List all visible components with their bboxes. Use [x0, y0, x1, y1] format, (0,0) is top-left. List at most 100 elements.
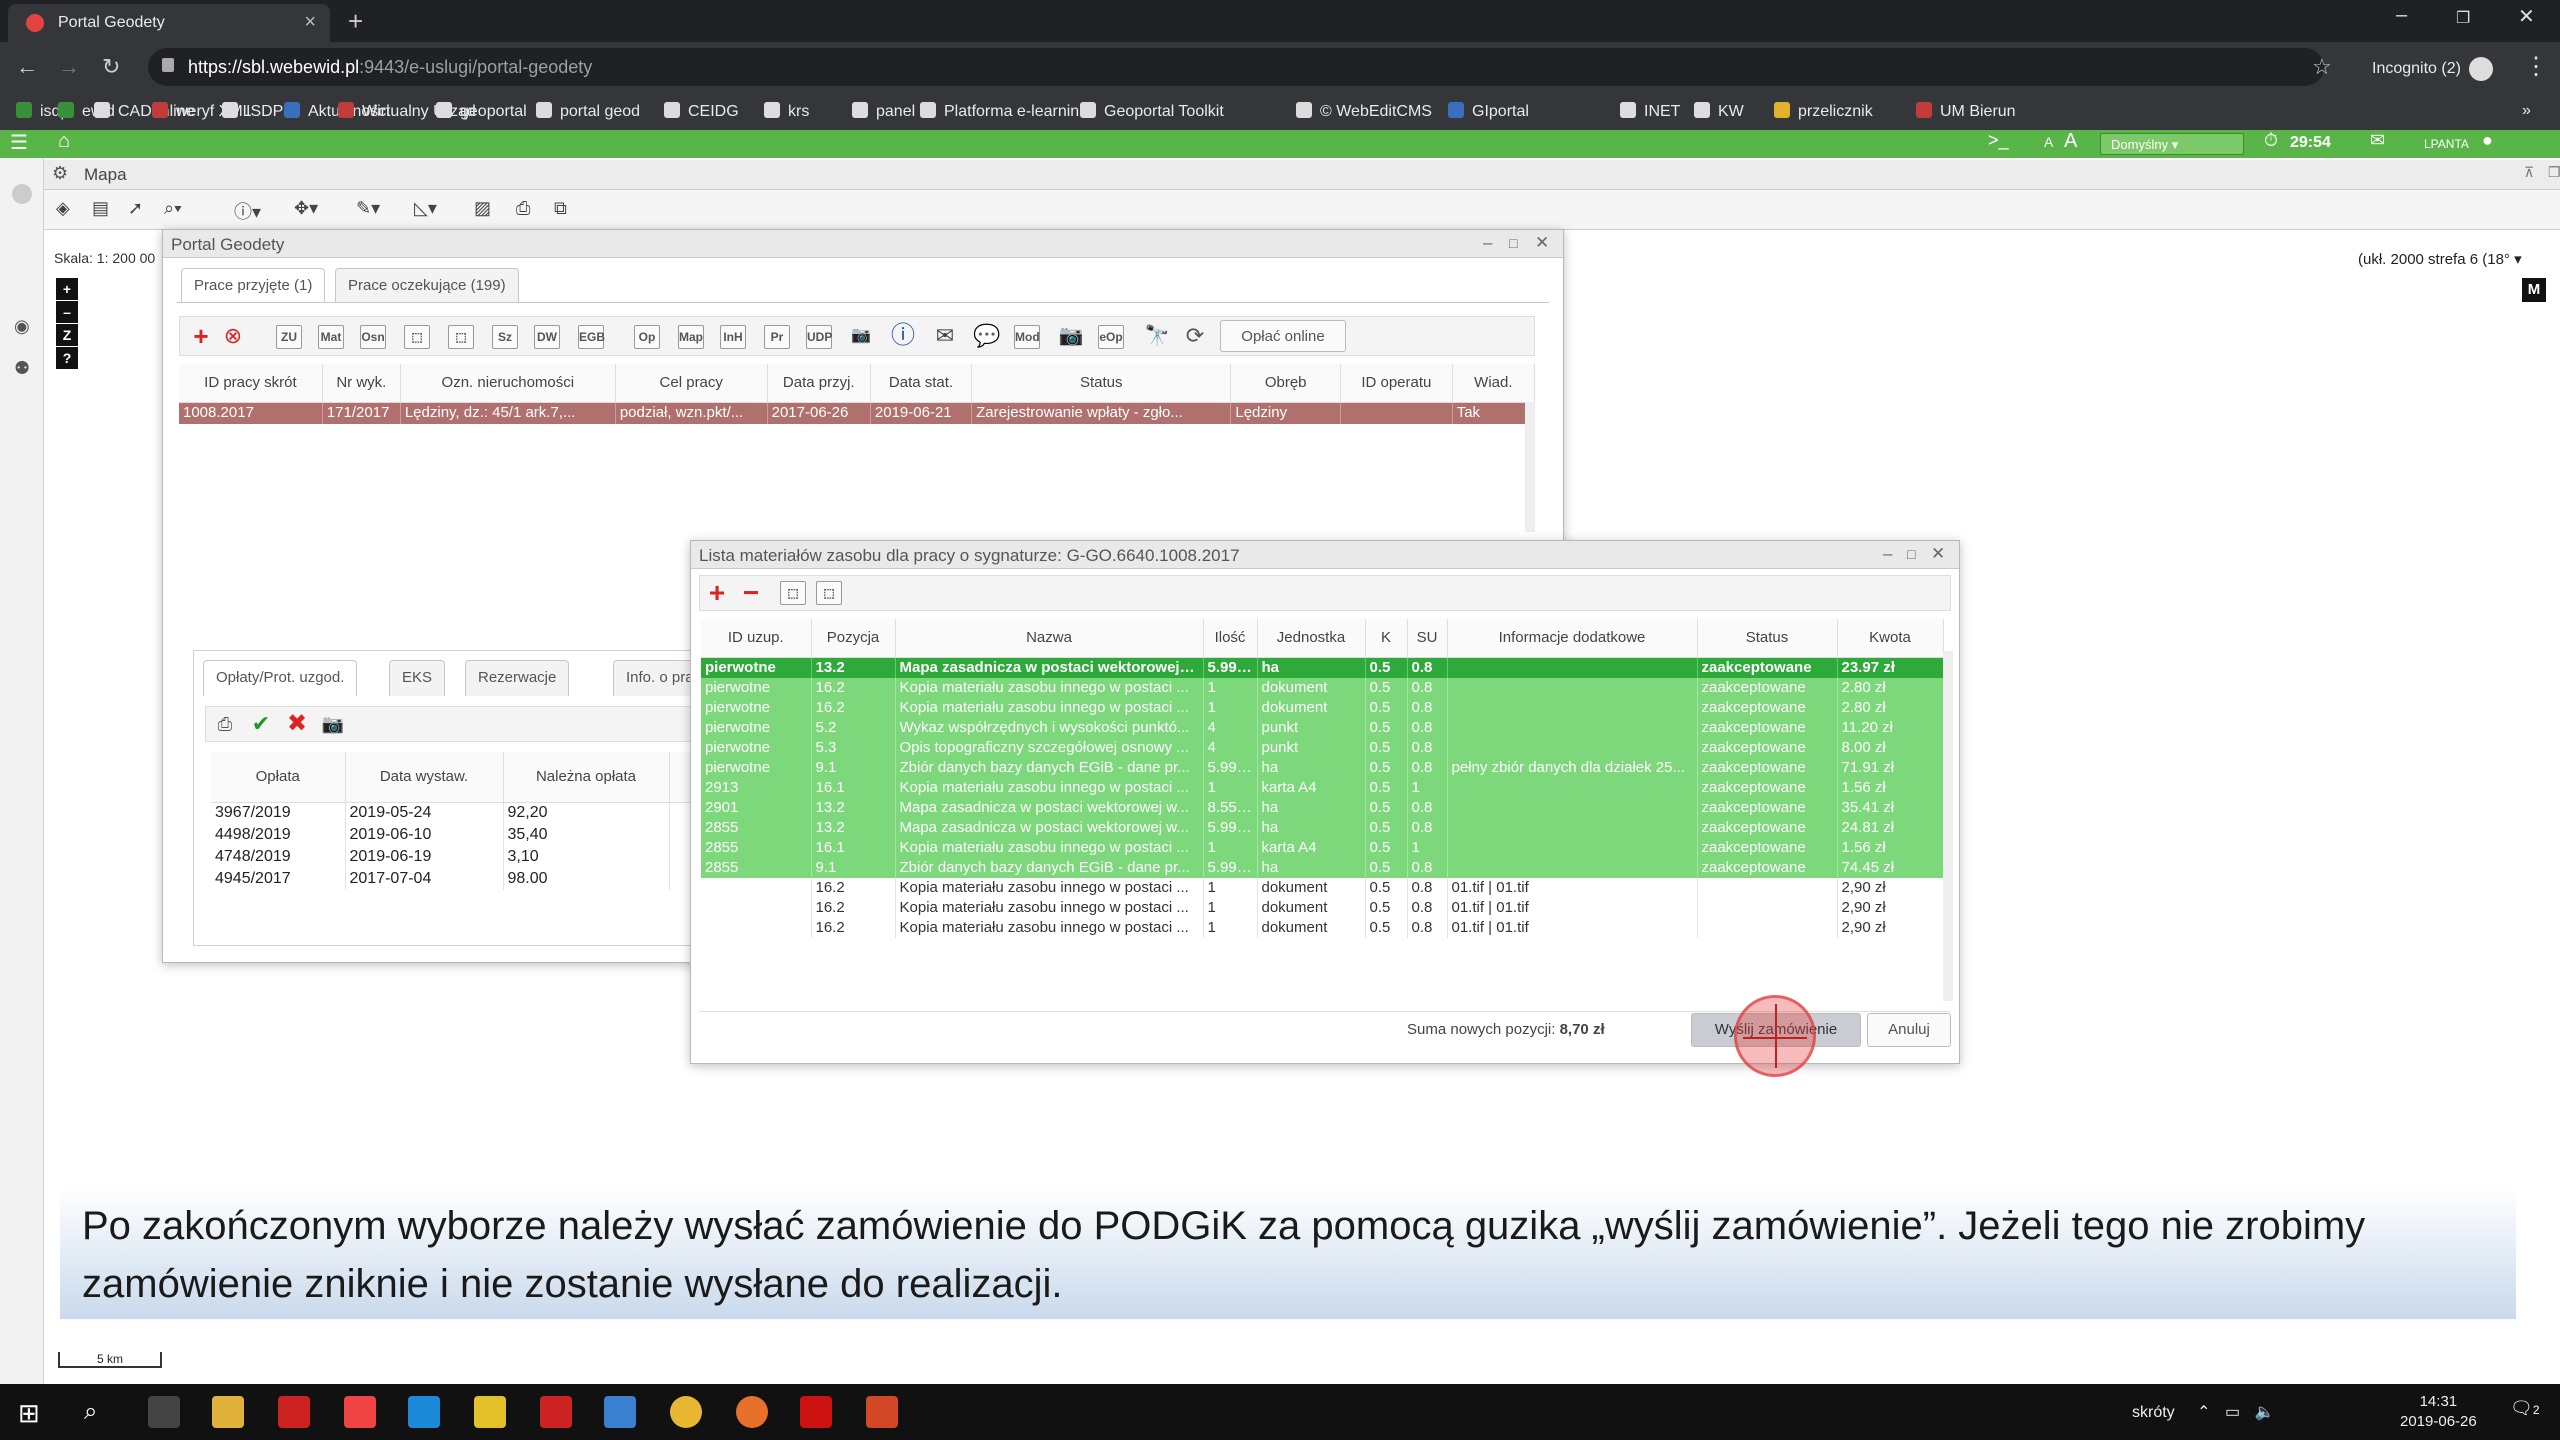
- materials-row[interactable]: 2855 16.1 Kopia materiału zasobu innego w …: [701, 837, 1944, 858]
- windows-start-icon[interactable]: ⊞: [18, 1398, 40, 1429]
- coordinate-system-select[interactable]: (ukł. 2000 strefa 6 (18° ▾: [2358, 250, 2522, 268]
- binoculars-icon[interactable]: 🔭: [1142, 321, 1172, 351]
- bookmark-item[interactable]: GIportal: [1448, 102, 1529, 121]
- font-larger-icon[interactable]: A: [2064, 130, 2077, 153]
- mail-icon[interactable]: ✉: [930, 321, 960, 351]
- info-tool-icon[interactable]: ⓘ▾: [234, 198, 261, 224]
- firefox-icon[interactable]: [736, 1396, 768, 1428]
- materials-row[interactable]: 2855 13.2 Mapa zasadnicza w postaci wektor…: [701, 817, 1944, 838]
- new-tab-icon[interactable]: +: [348, 6, 363, 37]
- materials-row[interactable]: pierwotne 5.2 Wykaz współrzędnych i wysoko…: [701, 717, 1944, 738]
- toolbar-sz-icon[interactable]: Sz: [492, 325, 518, 349]
- pay-online-button[interactable]: Opłać online: [1220, 320, 1346, 352]
- globe-icon[interactable]: ◉: [14, 316, 30, 337]
- portal-close-icon[interactable]: ✕: [1535, 233, 1549, 253]
- reload-icon[interactable]: ↻: [102, 54, 120, 80]
- materials-row[interactable]: 16.2 Kopia materiału zasobu innego w post…: [701, 897, 1944, 918]
- remove-icon[interactable]: −: [736, 578, 766, 608]
- map-panel-gear-icon[interactable]: ⚙: [52, 163, 68, 184]
- info-icon[interactable]: ⓘ: [888, 321, 918, 351]
- column-header[interactable]: Wiad.: [1452, 364, 1536, 403]
- bookmark-item[interactable]: portal geod: [536, 102, 640, 121]
- column-header[interactable]: Ozn. nieruchomości: [400, 364, 616, 403]
- map-button[interactable]: –: [56, 301, 78, 323]
- file-explorer-icon[interactable]: [212, 1396, 244, 1428]
- url-field[interactable]: https://sbl.webewid.pl:9443/e-uslugi/por…: [148, 48, 2324, 86]
- column-header[interactable]: Data stat.: [870, 364, 973, 403]
- materials-window-titlebar[interactable]: Lista materiałów zasobu dla pracy o sygn…: [691, 541, 1959, 569]
- fees-column-header[interactable]: Data wystaw.: [345, 752, 504, 803]
- bookmark-item[interactable]: Geoportal Toolkit: [1080, 102, 1224, 121]
- column-header[interactable]: Status: [971, 364, 1232, 403]
- materials-column-header[interactable]: SU: [1407, 619, 1448, 658]
- select-area-icon[interactable]: ⬚: [404, 325, 430, 349]
- network-icon[interactable]: ▭: [2225, 1404, 2240, 1421]
- portal-window-titlebar[interactable]: Portal Geodety – □ ✕: [163, 230, 1563, 258]
- notifications-icon[interactable]: 🗨2: [2510, 1398, 2540, 1419]
- browser-menu-icon[interactable]: ⋮: [2524, 52, 2548, 81]
- portal-maximize-icon[interactable]: □: [1509, 235, 1517, 251]
- map-button[interactable]: +: [56, 278, 78, 300]
- materials-row[interactable]: pierwotne 13.2 Mapa zasadnicza w postaci w…: [701, 657, 1944, 678]
- bookmark-item[interactable]: CEIDG: [664, 102, 739, 121]
- toolbar-mat-icon[interactable]: Mat: [318, 325, 344, 349]
- sub-tab[interactable]: EKS: [389, 660, 446, 696]
- materials-column-header[interactable]: Jednostka: [1257, 619, 1366, 658]
- materials-maximize-icon[interactable]: □: [1907, 546, 1915, 562]
- navigation-tool-icon[interactable]: ✥▾: [294, 198, 318, 219]
- layers-users-icon[interactable]: ⚉: [14, 358, 30, 379]
- chat-icon[interactable]: 💬: [972, 321, 1002, 351]
- chat-app-icon[interactable]: [604, 1396, 636, 1428]
- toolbar-zu-icon[interactable]: ZU: [276, 325, 302, 349]
- taskbar-clock[interactable]: 14:31 2019-06-26: [2400, 1392, 2477, 1432]
- toolbar-pr-icon[interactable]: Pr: [764, 325, 790, 349]
- list-icon[interactable]: ▤: [92, 198, 109, 219]
- select-edit-icon[interactable]: ⬚: [816, 581, 842, 605]
- volume-icon[interactable]: 🔈: [2255, 1404, 2275, 1421]
- toolbar-dw-icon[interactable]: DW: [534, 325, 560, 349]
- toolbar-egb-icon[interactable]: EGB: [578, 325, 605, 349]
- column-header[interactable]: Data przyj.: [767, 364, 871, 403]
- bookmark-item[interactable]: krs: [764, 102, 809, 121]
- toolbar-osn-icon[interactable]: Osn: [360, 325, 386, 349]
- map-button[interactable]: Z: [56, 324, 78, 346]
- column-header[interactable]: Nr wyk.: [322, 364, 401, 403]
- materials-column-header[interactable]: Kwota: [1837, 619, 1944, 658]
- toolbar-map-icon[interactable]: Map: [678, 325, 704, 349]
- column-header[interactable]: Cel pracy: [615, 364, 768, 403]
- bookmark-item[interactable]: © WebEditCMS: [1296, 102, 1432, 121]
- zoom-tool-icon[interactable]: ⌕▾: [164, 198, 182, 219]
- materials-minimize-icon[interactable]: –: [1883, 544, 1892, 564]
- materials-row[interactable]: pierwotne 16.2 Kopia materiału zasobu inne…: [701, 677, 1944, 698]
- console-icon[interactable]: >_: [1988, 130, 2009, 151]
- pin-icon[interactable]: ⊼: [2524, 164, 2534, 181]
- materials-row[interactable]: 16.2 Kopia materiału zasobu innego w post…: [701, 877, 1944, 898]
- image-icon[interactable]: ▨: [474, 198, 491, 219]
- column-header[interactable]: ID pracy skrót: [179, 364, 323, 403]
- forward-arrow-icon[interactable]: →: [58, 54, 80, 80]
- table-row[interactable]: 1008.2017 171/2017 Lędziny, dz.: 45/1 ark.…: [179, 402, 1536, 424]
- materials-close-icon[interactable]: ✕: [1931, 544, 1945, 564]
- pointer-icon[interactable]: ➚: [128, 198, 143, 219]
- panel-restore-icon[interactable]: ❐: [2548, 164, 2560, 181]
- user-name[interactable]: LPANTA: [2424, 137, 2469, 151]
- delete-icon[interactable]: ⊗: [218, 321, 248, 351]
- materials-column-header[interactable]: Status: [1697, 619, 1838, 658]
- materials-row[interactable]: pierwotne 9.1 Zbiór danych bazy danych EGi…: [701, 757, 1944, 778]
- column-header[interactable]: Obręb: [1230, 364, 1341, 403]
- bookmark-item[interactable]: KW: [1694, 102, 1744, 121]
- camera-icon[interactable]: 📷: [1056, 321, 1086, 351]
- incognito-indicator[interactable]: Incognito (2): [2372, 57, 2493, 81]
- materials-column-header[interactable]: K: [1365, 619, 1408, 658]
- print-icon[interactable]: ⎙: [516, 198, 530, 219]
- toolbar-op-icon[interactable]: Op: [634, 325, 660, 349]
- fees-column-header[interactable]: Opłata: [211, 752, 346, 803]
- edit-tool-icon[interactable]: ✎▾: [356, 198, 380, 219]
- toolbar-udp-icon[interactable]: UDP: [806, 325, 832, 349]
- restore-window-icon[interactable]: ❐: [2456, 8, 2470, 28]
- tab-prace-oczekujace[interactable]: Prace oczekujące (199): [335, 268, 519, 302]
- materials-row[interactable]: 2913 16.1 Kopia materiału zasobu innego w …: [701, 777, 1944, 798]
- toolbar-mod-icon[interactable]: Mod: [1014, 325, 1040, 349]
- tray-chevron-icon[interactable]: ⌃: [2197, 1404, 2210, 1421]
- materials-column-header[interactable]: Informacje dodatkowe: [1447, 619, 1698, 658]
